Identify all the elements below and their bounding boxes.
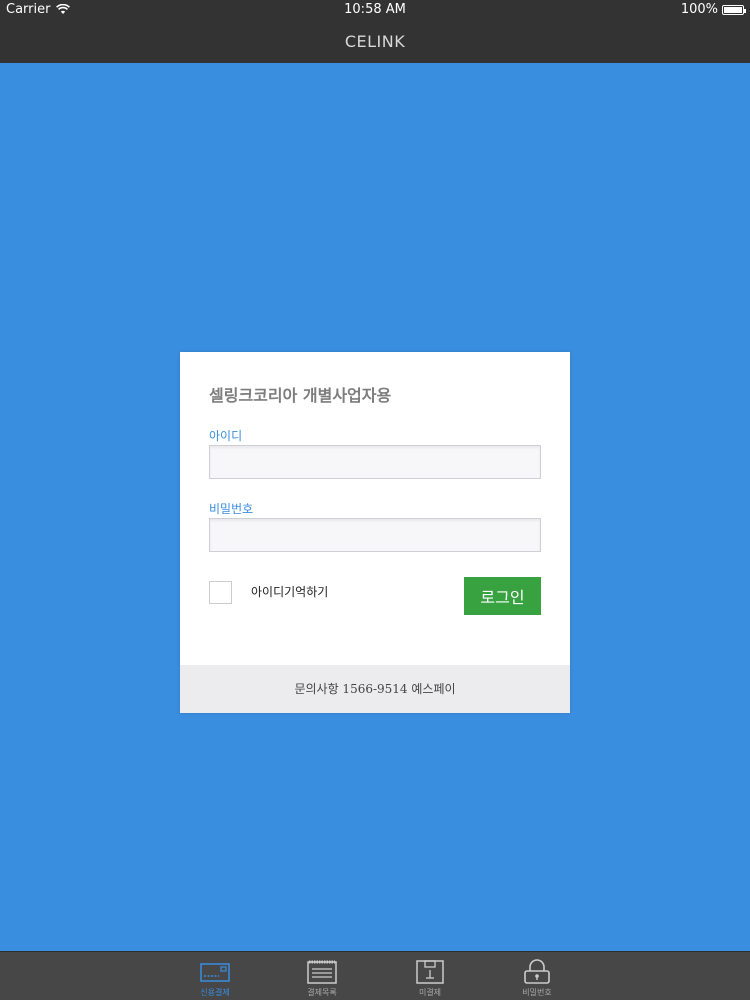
tab-payment-list[interactable]: 결제목록 xyxy=(282,952,362,1000)
tab-bar: 신용결제 결제목록 미결제 비밀번호 xyxy=(0,951,750,1000)
receipt-list-icon xyxy=(307,960,337,984)
login-title: 셀링크코리아 개별사업자용 xyxy=(209,386,392,405)
remember-id-checkbox[interactable] xyxy=(209,581,232,604)
status-bar: Carrier 10:58 AM 100% xyxy=(0,0,750,20)
nav-bar: CELINK xyxy=(0,20,750,63)
card-reader-icon xyxy=(200,963,230,982)
tab-label: 신용결제 xyxy=(200,988,230,997)
password-input[interactable] xyxy=(209,518,541,552)
id-input[interactable] xyxy=(209,445,541,479)
login-card: 셀링크코리아 개별사업자용 아이디 비밀번호 아이디기억하기 로그인 문의사항 … xyxy=(180,352,570,713)
tab-label: 결제목록 xyxy=(307,988,337,997)
clock: 10:58 AM xyxy=(344,2,406,17)
login-button[interactable]: 로그인 xyxy=(464,577,541,615)
tab-label: 비밀번호 xyxy=(522,988,552,997)
page-title: CELINK xyxy=(344,32,406,51)
battery-indicator: 100% xyxy=(680,2,746,17)
tab-password[interactable]: 비밀번호 xyxy=(497,952,577,1000)
password-label: 비밀번호 xyxy=(209,502,254,516)
tab-label: 미결제 xyxy=(418,988,442,997)
pending-payment-icon xyxy=(416,960,444,984)
battery-percent: 100% xyxy=(680,2,718,17)
tab-credit-payment[interactable]: 신용결제 xyxy=(175,952,255,1000)
remember-id-label[interactable]: 아이디기억하기 xyxy=(251,583,328,600)
lock-icon xyxy=(524,959,550,984)
contact-footer: 문의사항 1566-9514 예스페이 xyxy=(180,665,570,713)
id-label: 아이디 xyxy=(209,429,243,443)
battery-icon xyxy=(722,4,746,15)
tab-unpaid[interactable]: 미결제 xyxy=(390,952,470,1000)
